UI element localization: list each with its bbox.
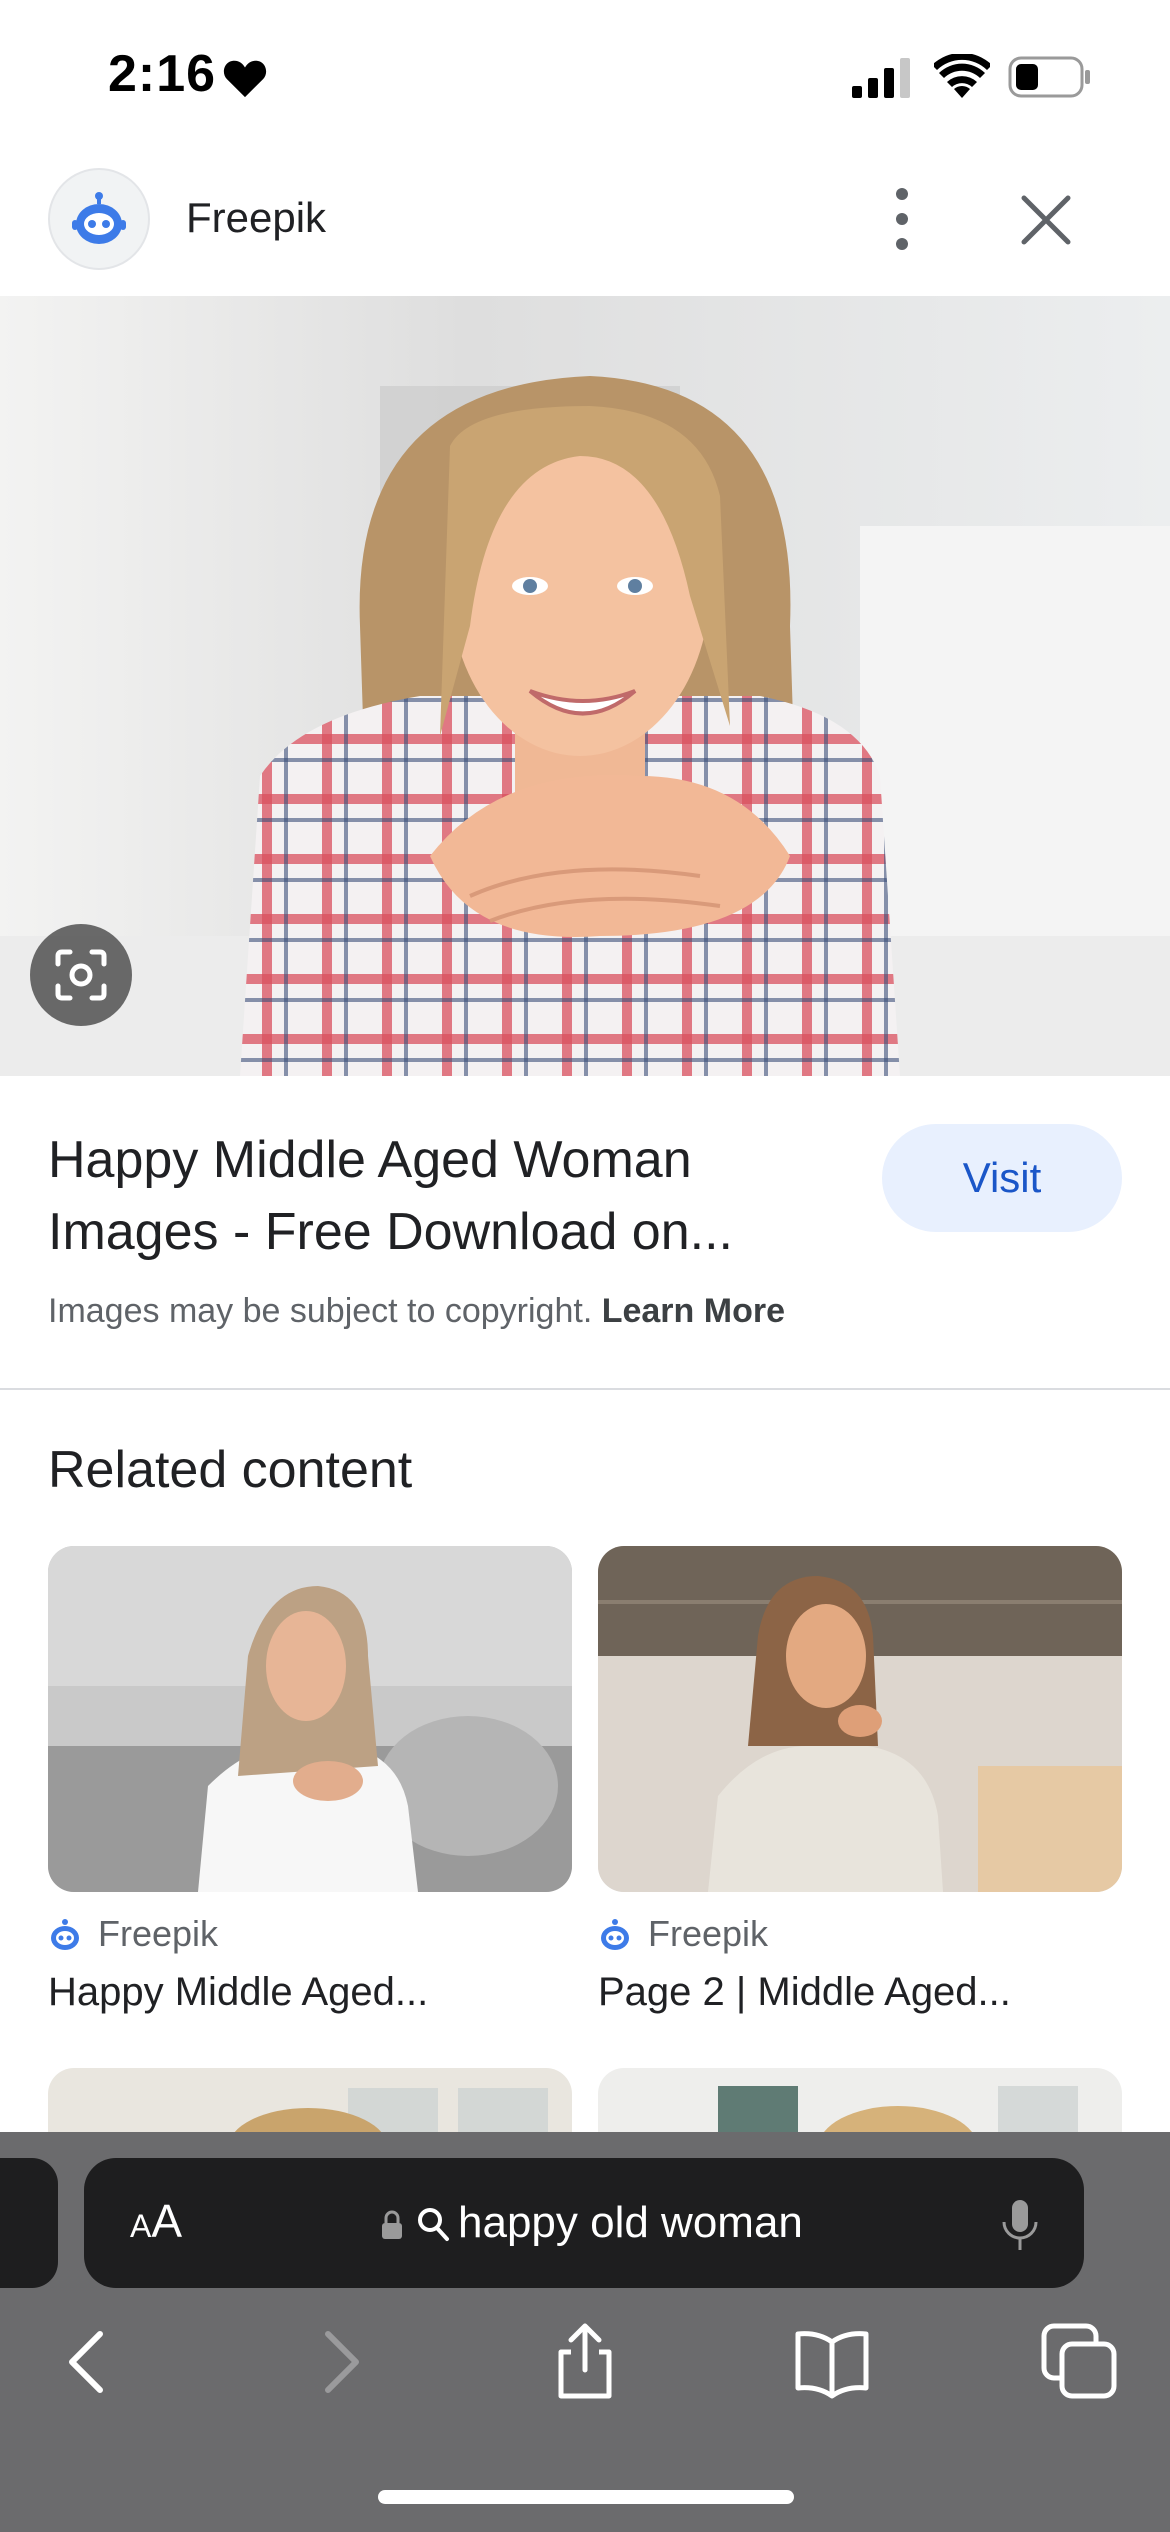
freepik-logo-icon [72, 192, 126, 244]
related-card[interactable]: Freepik Page 2 | Middle Aged... [598, 1546, 1122, 2015]
related-thumbnail[interactable] [598, 1546, 1122, 1892]
result-title[interactable]: Happy Middle Aged Woman Images - Free Do… [48, 1124, 848, 1268]
signal-icon [852, 58, 910, 98]
result-header: Freepik [0, 160, 1170, 296]
status-bar: 2:16 [0, 0, 1170, 150]
related-card[interactable]: Freepik Happy Middle Aged... [48, 1546, 572, 2015]
related-title[interactable]: Page 2 | Middle Aged... [598, 1970, 1122, 2015]
share-icon[interactable] [545, 2322, 625, 2402]
close-icon[interactable] [1014, 188, 1078, 252]
search-query[interactable]: happy old woman [458, 2198, 803, 2248]
related-source: Freepik [598, 1912, 1122, 1956]
visit-button[interactable]: Visit [882, 1124, 1122, 1232]
text-size-button[interactable]: AA [130, 2194, 182, 2248]
mic-icon[interactable] [1000, 2198, 1040, 2254]
more-vert-icon[interactable] [872, 184, 932, 254]
freepik-logo-icon [51, 1919, 79, 1950]
learn-more-link[interactable]: Learn More [602, 1292, 785, 1330]
home-indicator[interactable] [378, 2490, 794, 2504]
bookmarks-icon[interactable] [792, 2322, 872, 2402]
search-icon [418, 2208, 449, 2241]
freepik-logo-icon [601, 1919, 629, 1950]
previous-tab-preview[interactable] [0, 2158, 58, 2288]
heart-icon [223, 60, 267, 98]
site-avatar[interactable] [48, 168, 150, 270]
result-image[interactable] [0, 296, 1170, 1076]
related-source: Freepik [48, 1912, 572, 1956]
photo-thumbnail-2 [598, 1546, 1122, 1892]
copyright-text: Images may be subject to copyright. [48, 1292, 593, 1330]
site-name[interactable]: Freepik [186, 194, 326, 242]
photo-woman-illustration [0, 296, 1170, 1076]
forward-icon[interactable] [300, 2322, 380, 2402]
related-source-name: Freepik [98, 1913, 219, 1954]
wifi-icon [934, 54, 990, 98]
related-heading: Related content [48, 1441, 413, 1499]
related-source-name: Freepik [648, 1913, 769, 1954]
lock-icon [382, 2210, 402, 2239]
related-title[interactable]: Happy Middle Aged... [48, 1970, 572, 2015]
status-time: 2:16 [108, 45, 217, 103]
copyright-notice: Images may be subject to copyright. Lear… [48, 1292, 785, 1331]
divider [0, 1388, 1170, 1390]
address-bar[interactable]: AA happy old woman [84, 2158, 1084, 2288]
browser-toolbar: AA happy old woman [0, 2132, 1170, 2532]
battery-icon [1008, 56, 1090, 98]
lens-button[interactable] [30, 924, 132, 1026]
tabs-icon[interactable] [1040, 2322, 1120, 2402]
photo-thumbnail-1 [48, 1546, 572, 1892]
back-icon[interactable] [48, 2322, 128, 2402]
lens-icon [55, 949, 107, 1001]
related-thumbnail[interactable] [48, 1546, 572, 1892]
